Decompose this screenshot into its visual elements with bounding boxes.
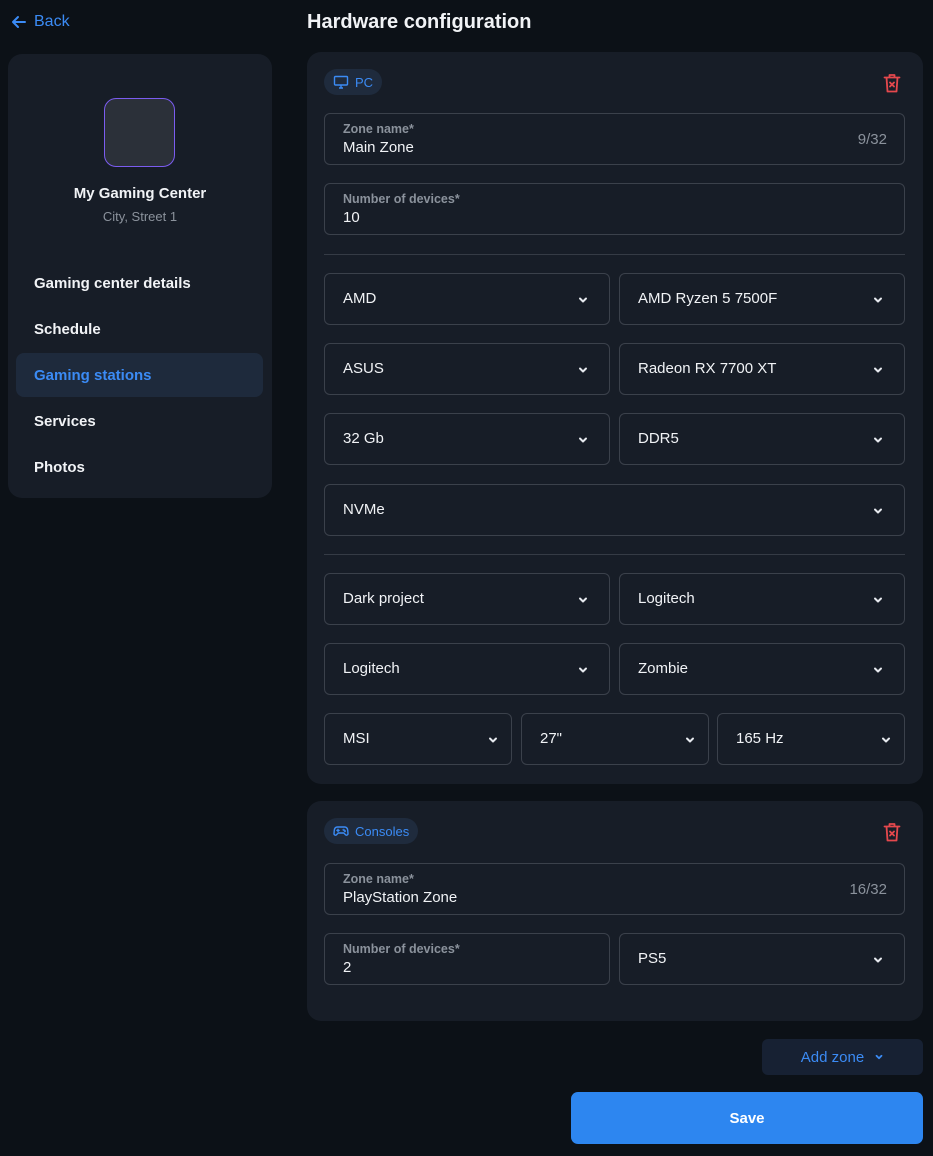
keyboard-select[interactable]: Logitech (619, 573, 905, 625)
delete-zone-icon[interactable] (883, 822, 901, 842)
zone-name-field[interactable]: Zone name* Main Zone 9/32 (324, 113, 905, 165)
cpu-brand-select[interactable]: AMD (324, 273, 610, 325)
chevron-down-icon (686, 737, 694, 743)
zone-name-field[interactable]: Zone name* PlayStation Zone 16/32 (324, 863, 905, 915)
monitor-refresh-value: 165 Hz (736, 730, 784, 747)
sidebar-item-gaming-stations[interactable]: Gaming stations (16, 353, 263, 397)
chevron-down-icon (579, 667, 587, 673)
chevron-down-icon (874, 297, 882, 303)
keyboard-value: Logitech (638, 590, 695, 607)
sidebar-item-photos[interactable]: Photos (16, 445, 263, 489)
center-name: My Gaming Center (73, 185, 207, 202)
chevron-down-icon (874, 367, 882, 373)
devices-count-label: Number of devices* (343, 942, 460, 956)
center-address: City, Street 1 (102, 209, 178, 224)
chevron-down-icon (874, 957, 882, 963)
sidebar-nav: Gaming center details Schedule Gaming st… (16, 261, 263, 491)
devices-count-label: Number of devices* (343, 192, 460, 206)
monitor-brand-value: MSI (343, 730, 370, 747)
devices-count-field[interactable]: Number of devices* 10 (324, 183, 905, 235)
headset-select[interactable]: Dark project (324, 573, 610, 625)
save-button[interactable]: Save (571, 1092, 923, 1144)
ram-type-value: DDR5 (638, 430, 679, 447)
monitor-size-select[interactable]: 27" (521, 713, 709, 765)
monitor-icon (333, 75, 349, 89)
monitor-brand-select[interactable]: MSI (324, 713, 512, 765)
monitor-refresh-select[interactable]: 165 Hz (717, 713, 905, 765)
headset-value: Dark project (343, 590, 424, 607)
ram-size-select[interactable]: 32 Gb (324, 413, 610, 465)
zone-name-label: Zone name* (343, 872, 414, 886)
divider (324, 254, 905, 255)
chevron-down-icon (579, 597, 587, 603)
chevron-down-icon (489, 737, 497, 743)
ram-size-value: 32 Gb (343, 430, 384, 447)
sidebar: My Gaming Center City, Street 1 Gaming c… (8, 54, 272, 498)
devices-count-field[interactable]: Number of devices* 2 (324, 933, 610, 985)
arrow-left-icon (12, 16, 26, 28)
console-model-value: PS5 (638, 950, 667, 967)
zone-type-label: Consoles (355, 823, 410, 839)
zone-type-label: PC (355, 74, 374, 90)
chevron-down-icon (874, 437, 882, 443)
console-model-select[interactable]: PS5 (619, 933, 905, 985)
mouse-select[interactable]: Logitech (324, 643, 610, 695)
gamepad-icon (333, 826, 349, 836)
zone-type-chip: PC (324, 69, 383, 95)
mouse-value: Logitech (343, 660, 400, 677)
gpu-brand-value: ASUS (343, 360, 384, 377)
chevron-down-icon (874, 597, 882, 603)
storage-value: NVMe (343, 501, 385, 518)
zone-name-char-count: 16/32 (849, 881, 887, 898)
sidebar-item-services[interactable]: Services (16, 399, 263, 443)
chevron-down-icon (579, 437, 587, 443)
storage-select[interactable]: NVMe (324, 484, 905, 536)
back-button[interactable]: Back (10, 13, 70, 31)
zone-name-value: PlayStation Zone (343, 889, 458, 906)
cpu-model-select[interactable]: AMD Ryzen 5 7500F (619, 273, 905, 325)
monitor-size-value: 27" (540, 730, 563, 747)
zone-name-value: Main Zone (343, 139, 414, 156)
gpu-model-value: Radeon RX 7700 XT (638, 360, 777, 377)
page-title: Hardware configuration (307, 11, 532, 33)
chevron-down-icon (875, 1054, 883, 1060)
gpu-model-select[interactable]: Radeon RX 7700 XT (619, 343, 905, 395)
cpu-model-value: AMD Ryzen 5 7500F (638, 290, 778, 307)
center-avatar (104, 98, 175, 167)
gpu-brand-select[interactable]: ASUS (324, 343, 610, 395)
devices-count-value: 10 (343, 209, 360, 226)
sidebar-item-gaming-center-details[interactable]: Gaming center details (16, 261, 263, 305)
chevron-down-icon (874, 667, 882, 673)
chevron-down-icon (579, 297, 587, 303)
chevron-down-icon (579, 367, 587, 373)
zone-card-pc: PC Zone name* Main Zone 9/32 Number of d… (307, 52, 923, 784)
add-zone-label: Add zone (800, 1048, 865, 1066)
delete-zone-icon[interactable] (883, 73, 901, 93)
sidebar-item-schedule[interactable]: Schedule (16, 307, 263, 351)
divider (324, 554, 905, 555)
chair-select[interactable]: Zombie (619, 643, 905, 695)
devices-count-value: 2 (343, 959, 352, 976)
ram-type-select[interactable]: DDR5 (619, 413, 905, 465)
chevron-down-icon (874, 508, 882, 514)
chair-value: Zombie (638, 660, 689, 677)
zone-type-chip: Consoles (324, 818, 419, 844)
zone-card-consoles: Consoles Zone name* PlayStation Zone 16/… (307, 801, 923, 1021)
zone-name-char-count: 9/32 (857, 131, 887, 148)
cpu-brand-value: AMD (343, 290, 377, 307)
chevron-down-icon (882, 737, 890, 743)
zone-name-label: Zone name* (343, 122, 414, 136)
add-zone-button[interactable]: Add zone (762, 1039, 923, 1075)
back-label: Back (34, 13, 70, 30)
